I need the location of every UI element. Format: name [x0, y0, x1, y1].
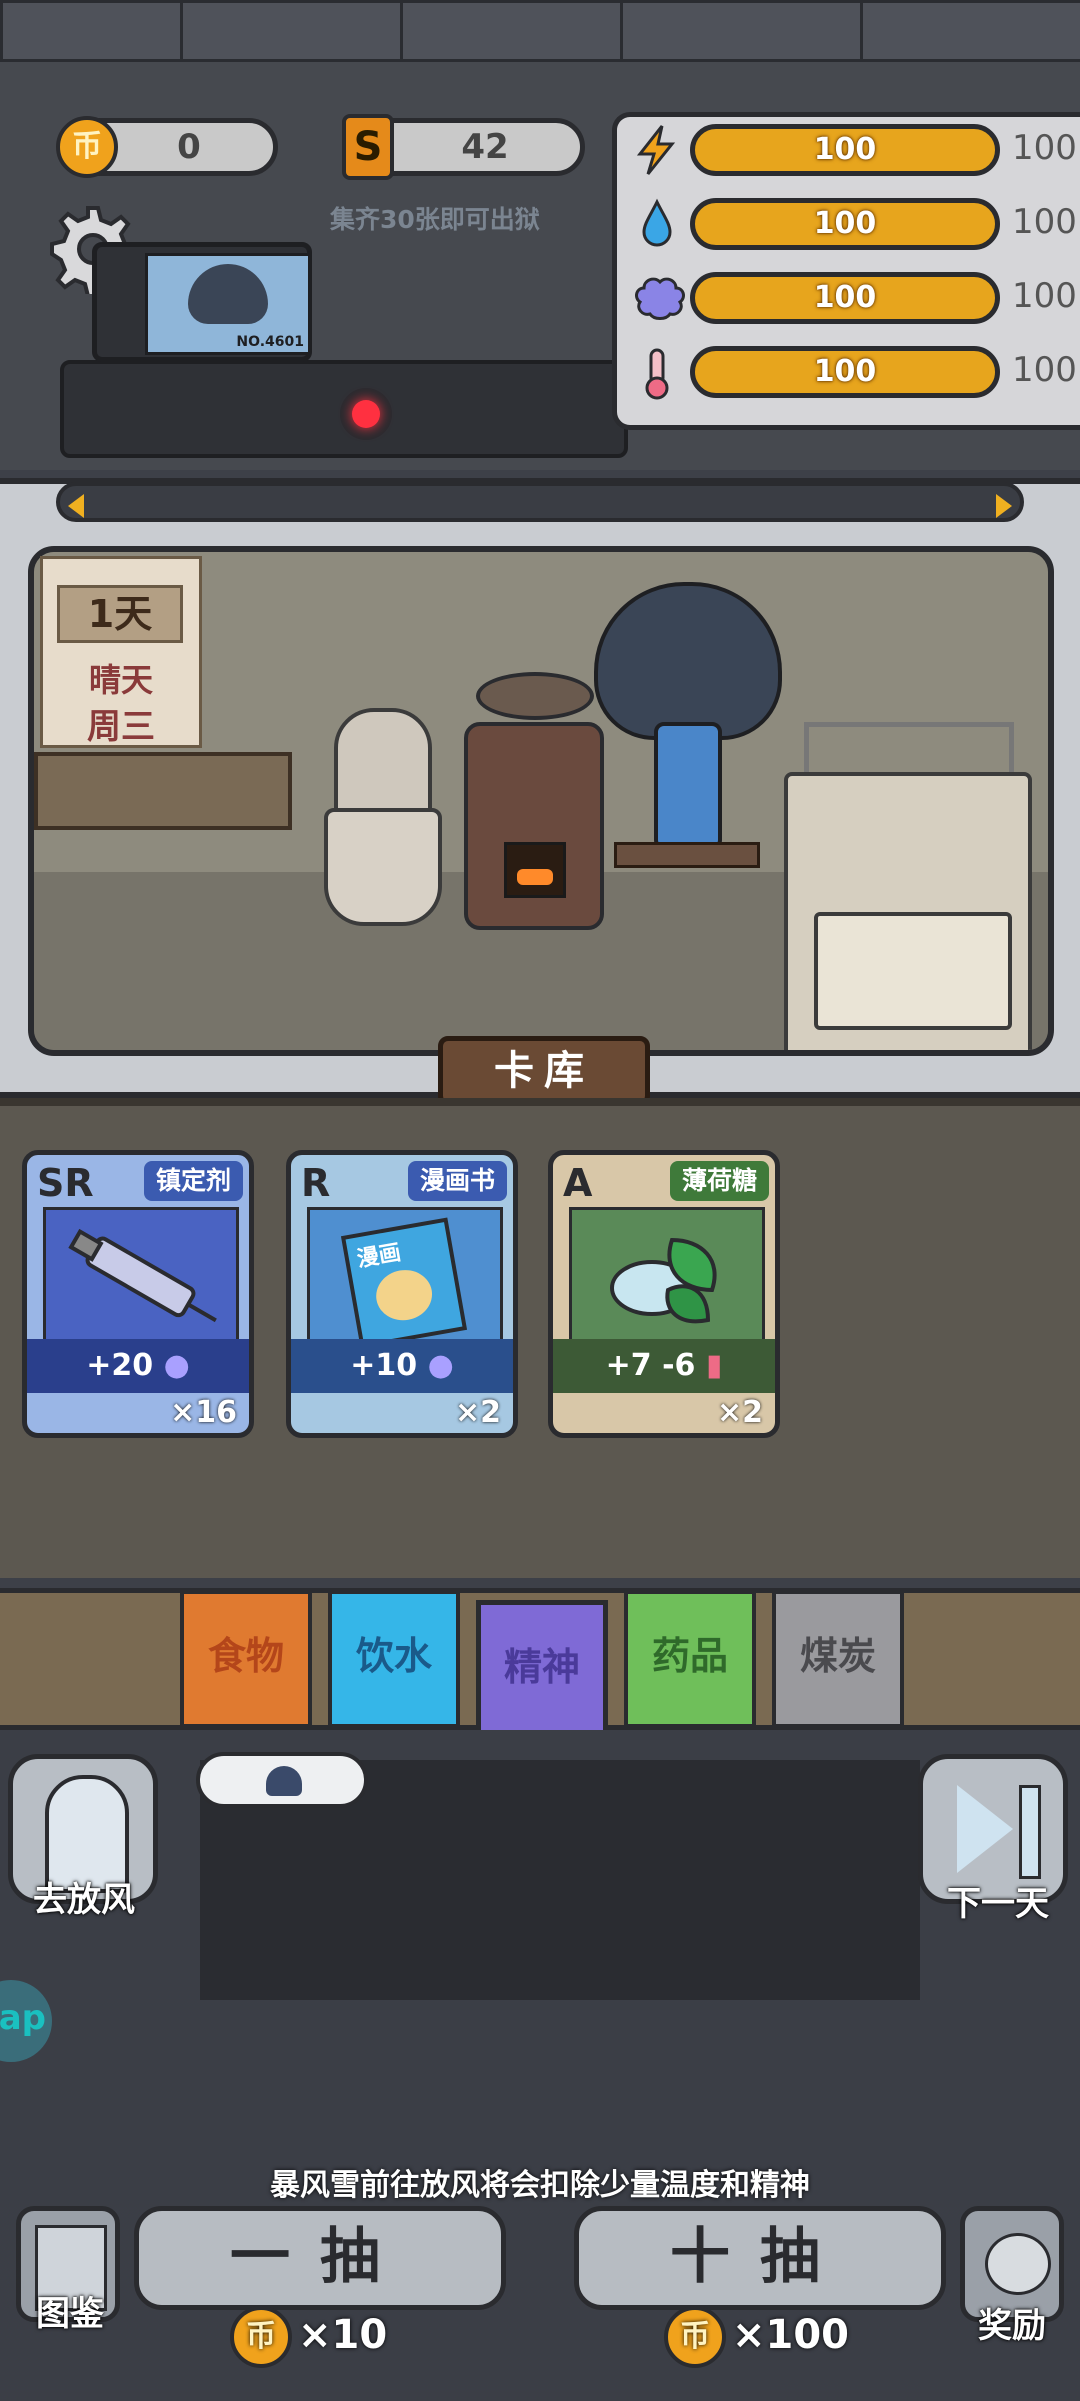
calendar-day: 1天	[57, 585, 183, 643]
tab-spirit[interactable]: 精神	[476, 1600, 608, 1738]
coin-icon: 币	[56, 116, 118, 178]
water-max: 100	[1012, 202, 1077, 242]
brain-icon: ●	[427, 1348, 454, 1383]
mouse-icon	[985, 2233, 1051, 2295]
energy-icon	[632, 124, 682, 176]
water-icon	[632, 198, 682, 250]
stat-temperature: 100 100	[620, 342, 1080, 402]
calendar-weather: 晴天	[88, 661, 153, 699]
scroll-left-icon[interactable]	[68, 494, 84, 518]
tab-coal[interactable]: 煤炭	[772, 1590, 904, 1728]
spirit-max: 100	[1012, 276, 1077, 316]
tab-water[interactable]: 饮水	[328, 1590, 460, 1728]
water-bar: 100	[690, 198, 1000, 250]
skip-forward-icon	[957, 1785, 1013, 1873]
stat-energy: 100 100	[620, 120, 1080, 180]
brain-icon: ●	[163, 1348, 190, 1383]
bed	[774, 722, 1034, 1050]
draw-one-button[interactable]: 一抽	[134, 2206, 506, 2310]
card-effect: +10 ●	[291, 1339, 513, 1393]
tab-food[interactable]: 食物	[180, 1590, 312, 1728]
prisoner-number: NO.4601	[236, 334, 304, 350]
room-scroll-bar[interactable]	[56, 482, 1024, 522]
comic-book-icon: 漫画	[307, 1207, 503, 1349]
card-comic-book[interactable]: R 漫画书 漫画 +10 ● ×2	[286, 1150, 518, 1438]
thermometer-icon	[632, 346, 682, 400]
temperature-max: 100	[1012, 350, 1077, 390]
card-mint-candy[interactable]: A 薄荷糖 +7 -6 ▮ ×2	[548, 1150, 780, 1438]
draw-one-cost: 币 ×10	[230, 2304, 387, 2368]
scroll-right-icon[interactable]	[996, 494, 1012, 518]
prisoner-monitor: NO.4601	[92, 242, 312, 362]
card-rarity: A	[563, 1161, 593, 1205]
guard-hat-icon	[266, 1766, 302, 1796]
stat-water: 100 100	[620, 194, 1080, 254]
comic-cover-title: 漫画	[355, 1240, 403, 1273]
escape-hint: 集齐30张即可出狱	[330, 205, 540, 234]
prisoner-character	[584, 582, 784, 882]
card-name: 镇定剂	[143, 1161, 243, 1201]
card-effect: +20 ●	[27, 1339, 249, 1393]
mint-leaf-icon	[569, 1207, 765, 1345]
card-effect: +7 -6 ▮	[553, 1339, 775, 1393]
card-name: 漫画书	[407, 1161, 507, 1201]
draw-ten-button[interactable]: 十抽	[574, 2206, 946, 2310]
spirit-bar: 100	[690, 272, 1000, 324]
card-rarity: R	[301, 1161, 331, 1205]
temperature-bar: 100	[690, 346, 1000, 398]
coin-icon: 币	[230, 2306, 292, 2368]
storm-warning: 暴风雪前往放风将会扣除少量温度和精神	[270, 2168, 810, 2203]
calendar-sign: 1天 晴天 周三	[40, 556, 202, 748]
tab-medicine[interactable]: 药品	[624, 1590, 756, 1728]
token-icon: S	[342, 114, 394, 180]
red-camera-light	[340, 388, 392, 440]
card-rarity: SR	[37, 1161, 94, 1205]
brain-icon	[632, 272, 685, 324]
syringe-icon	[43, 1207, 239, 1345]
thought-bubble	[196, 1752, 368, 1808]
stat-spirit: 100 100	[620, 268, 1080, 328]
card-count: ×2	[716, 1395, 763, 1430]
toilet	[324, 708, 442, 926]
card-tranquilizer[interactable]: SR 镇定剂 +20 ● ×16	[22, 1150, 254, 1438]
coal-stove	[464, 672, 604, 932]
calendar-weekday: 周三	[87, 707, 155, 747]
energy-bar: 100	[690, 124, 1000, 176]
card-name: 薄荷糖	[669, 1161, 769, 1201]
go-out-label: 去放风	[33, 1880, 135, 1920]
reward-label: 奖励	[978, 2306, 1046, 2346]
card-library-label: 卡库	[438, 1036, 650, 1106]
next-day-label: 下一天	[947, 1884, 1049, 1924]
thermometer-icon: ▮	[705, 1348, 723, 1383]
draw-ten-cost: 币 ×100	[664, 2304, 849, 2368]
coin-icon: 币	[664, 2306, 726, 2368]
card-count: ×2	[454, 1395, 501, 1430]
energy-max: 100	[1012, 128, 1077, 168]
card-count: ×16	[170, 1395, 237, 1430]
album-label: 图鉴	[36, 2294, 104, 2334]
